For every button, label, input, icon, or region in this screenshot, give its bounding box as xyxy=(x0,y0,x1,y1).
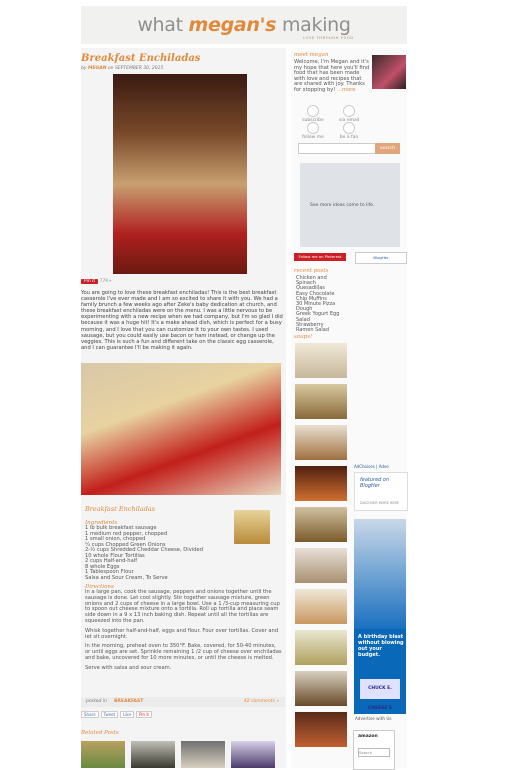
like-button[interactable]: Like xyxy=(120,711,135,718)
cec-logo: CHUCK E. CHEESE'S xyxy=(360,679,400,711)
enchiladas-photo-horizontal xyxy=(81,363,281,495)
share-buttons: Share Tweet Like Pin it xyxy=(81,711,154,718)
category-link[interactable]: BREAKFAST xyxy=(114,699,143,704)
ad-image xyxy=(354,519,406,629)
recent-posts-list: Chicken and Spinach Quesadillas Easy Cho… xyxy=(296,275,342,333)
follow-twitter[interactable]: follow me xyxy=(298,122,328,140)
pin-button[interactable]: Pin it xyxy=(136,711,152,718)
related-post-thumb[interactable] xyxy=(181,741,225,768)
soup-thumb[interactable] xyxy=(295,466,347,501)
facebook-icon xyxy=(343,122,355,134)
avatar xyxy=(372,55,406,89)
soups-heading: soups! xyxy=(294,334,313,340)
soup-thumb[interactable] xyxy=(295,343,347,378)
direction-step: Serve with salsa and sour cream. xyxy=(85,664,172,671)
pin-count: 77K+ xyxy=(99,279,113,284)
post-footer: posted in BREAKFAST 42 comments » xyxy=(81,697,285,707)
direction-step: In the morning, preheat oven to 350°F. B… xyxy=(85,643,282,661)
soup-thumb[interactable] xyxy=(295,671,347,706)
search-input[interactable] xyxy=(298,143,376,154)
logo-text-brand: megan's xyxy=(188,14,277,36)
site-logo[interactable]: what megan's making xyxy=(81,14,407,36)
post-title[interactable]: Breakfast Enchiladas xyxy=(81,53,200,64)
logo-text-post: making xyxy=(276,14,351,36)
tweet-button[interactable]: Tweet xyxy=(100,711,119,718)
rss-icon xyxy=(307,105,319,117)
enchiladas-photo-vertical xyxy=(113,74,247,274)
subscribe-email[interactable]: via email xyxy=(334,105,364,123)
comments-link[interactable]: 42 comments » xyxy=(244,699,279,704)
facebook-fan[interactable]: be a fan xyxy=(334,122,364,140)
subscribe-rss[interactable]: subscribe xyxy=(298,105,328,123)
adchoices-label[interactable]: AdChoices | Adve xyxy=(354,464,389,469)
blogher-badge[interactable]: BlogHer xyxy=(355,252,407,264)
ingredient-item: Salsa and Sour Cream, To Serve xyxy=(85,574,168,581)
meet-heading: meet megan xyxy=(294,52,329,58)
amazon-widget: amazon Search xyxy=(353,730,395,770)
amazon-logo: amazon xyxy=(358,734,378,739)
direction-step: Whisk together half-and-half, eggs and f… xyxy=(85,627,279,640)
related-post-thumb[interactable] xyxy=(131,741,175,768)
recipe-card: Breakfast Enchiladas Ingredients 1 lb bu… xyxy=(85,505,282,676)
soup-thumb[interactable] xyxy=(295,630,347,665)
logo-text-pre: what xyxy=(137,14,189,36)
soup-thumb[interactable] xyxy=(295,589,347,624)
advertise-link[interactable]: Advertise with Us xyxy=(355,716,392,721)
soup-thumb[interactable] xyxy=(295,384,347,419)
pinterest-follow-button[interactable]: Follow me on Pinterest xyxy=(294,253,346,261)
recent-post-link[interactable]: Strawberry Ramen Salad xyxy=(296,322,342,333)
meet-more-link[interactable]: ...more xyxy=(337,87,355,93)
site-tagline: LOVE THROUGH FOOD xyxy=(303,36,354,40)
related-post-thumb[interactable] xyxy=(81,741,125,768)
pin-it-button[interactable]: Pin it xyxy=(81,279,99,284)
sidebar-ad[interactable]: See more ideas come to life. xyxy=(300,163,400,247)
meet-text: Welcome, I'm Megan and it's my hope that… xyxy=(294,59,370,93)
soup-thumb[interactable] xyxy=(295,712,347,747)
pin-widget: Pin it 77K+ xyxy=(81,279,112,284)
recent-post-link[interactable]: Chicken and Spinach Quesadillas xyxy=(296,275,342,292)
post-intro: You are going to love these breakfast en… xyxy=(81,290,283,351)
ingredients-list: 1 lb bulk breakfast sausage 1 medium red… xyxy=(85,525,235,581)
site-header: what megan's making LOVE THROUGH FOOD xyxy=(81,6,407,44)
soup-thumb[interactable] xyxy=(295,425,347,460)
birthday-ad[interactable]: A birthday blast without blowing out you… xyxy=(354,519,406,714)
share-button[interactable]: Share xyxy=(81,711,99,718)
twitter-icon xyxy=(307,122,319,134)
amazon-search-input[interactable]: Search xyxy=(358,748,390,757)
direction-step: In a large pan, cook the sausage, pepper… xyxy=(85,589,280,624)
recipe-title: Breakfast Enchiladas xyxy=(85,505,156,513)
soup-thumb[interactable] xyxy=(295,507,347,542)
search-button[interactable]: search xyxy=(375,143,400,154)
blogher-featured-ad[interactable]: featured on BlogHer DISCOVER MORE HERE xyxy=(354,472,408,511)
related-post-thumb[interactable] xyxy=(231,741,275,768)
email-icon xyxy=(343,105,355,117)
soup-thumb[interactable] xyxy=(295,548,347,583)
related-posts-heading: Related Posts xyxy=(81,730,119,736)
author-link[interactable]: MEGAN xyxy=(88,66,107,71)
recent-posts-heading: recent posts xyxy=(294,268,329,274)
post-byline: by MEGAN on SEPTEMBER 30, 2015 xyxy=(81,66,164,71)
